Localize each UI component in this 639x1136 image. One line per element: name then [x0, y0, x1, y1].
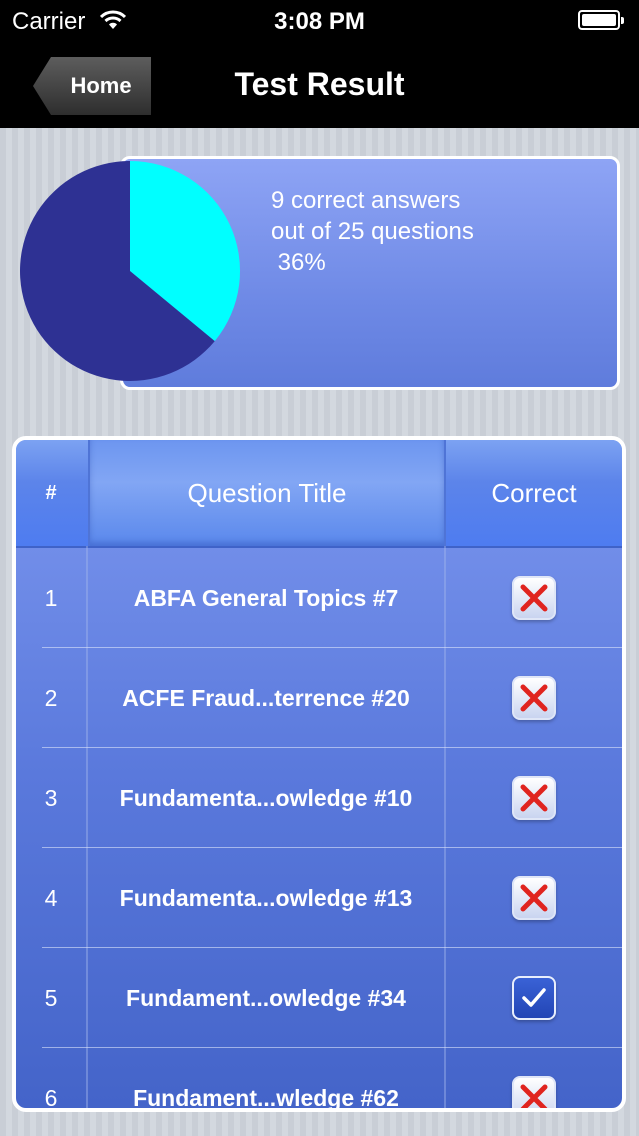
page-title: Test Result: [234, 66, 405, 102]
battery-icon: [578, 10, 624, 32]
row-number: 6: [44, 1084, 58, 1111]
column-header-number: #: [45, 481, 57, 504]
table-row[interactable]: 6 Fundament...wledge #62: [16, 1048, 622, 1111]
row-number: 3: [44, 784, 58, 811]
wrong-x-icon: [512, 776, 556, 820]
column-header-correct: Correct: [491, 477, 577, 508]
clock: 3:08 PM: [274, 8, 365, 35]
table-header: # Question Title Correct: [16, 440, 622, 548]
row-number: 1: [44, 584, 58, 611]
question-title: Fundament...owledge #34: [126, 984, 406, 1011]
wrong-x-icon: [512, 876, 556, 920]
status-bar: Carrier 3:08 PM: [0, 0, 639, 42]
row-number: 2: [44, 684, 58, 711]
correct-cell: [446, 648, 622, 748]
correct-cell: [446, 848, 622, 948]
wrong-x-icon: [512, 576, 556, 620]
wrong-x-icon: [512, 1076, 556, 1108]
score-summary-text: 9 correct answers out of 25 questions 36…: [271, 185, 474, 278]
question-title: ABFA General Topics #7: [133, 584, 399, 611]
table-row[interactable]: 2 ACFE Fraud...terrence #20: [16, 648, 622, 748]
table-row[interactable]: 3 Fundamenta...owledge #10: [16, 748, 622, 848]
score-percent-text: 36%: [271, 249, 326, 276]
question-title: ACFE Fraud...terrence #20: [122, 684, 410, 711]
row-number: 4: [44, 884, 58, 911]
question-title: Fundamenta...owledge #10: [119, 784, 413, 811]
correct-cell: [446, 948, 622, 1048]
wrong-x-icon: [512, 676, 556, 720]
checkmark-icon: [512, 976, 556, 1020]
column-header-question-title: Question Title: [88, 440, 446, 546]
correct-cell: [446, 748, 622, 848]
score-pie-chart: [19, 161, 240, 381]
results-table[interactable]: # Question Title Correct 1 ABFA General T…: [12, 436, 626, 1112]
correct-cell: [446, 1048, 622, 1108]
correct-cell: [446, 548, 622, 648]
question-title: Fundamenta...owledge #13: [119, 884, 413, 911]
table-row[interactable]: 1 ABFA General Topics #7: [16, 548, 622, 648]
table-body: 1 ABFA General Topics #7 2 ACFE Fraud...ter…: [16, 548, 622, 1111]
navigation-bar: Home Test Result: [0, 42, 639, 128]
correct-count-text: 9 correct answers: [271, 187, 461, 214]
row-number: 5: [44, 984, 58, 1011]
question-title: Fundament...wledge #62: [133, 1084, 399, 1111]
table-row[interactable]: 5 Fundament...owledge #34: [16, 948, 622, 1048]
question-count-text: out of 25 questions: [271, 218, 474, 245]
table-row[interactable]: 4 Fundamenta...owledge #13: [16, 848, 622, 948]
